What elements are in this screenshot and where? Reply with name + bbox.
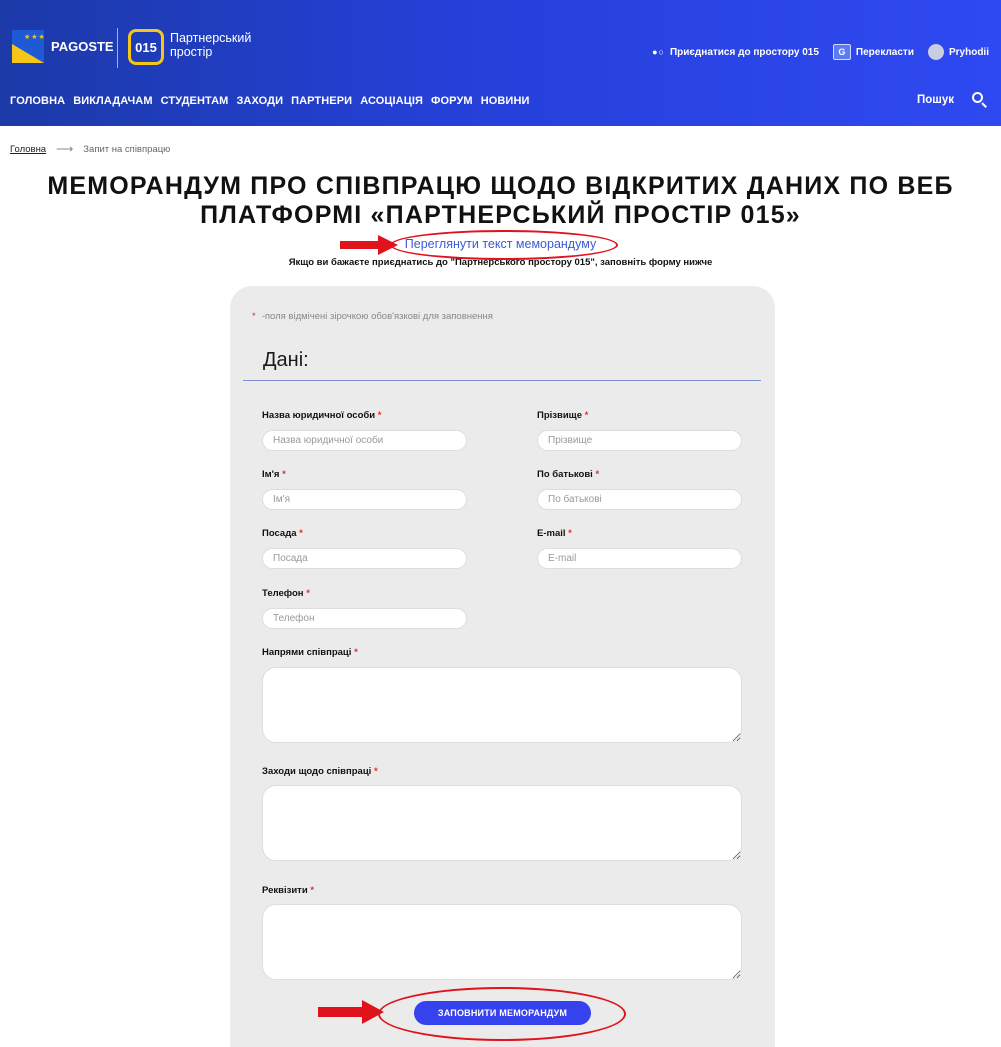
- required-star: *: [373, 766, 378, 777]
- required-star: *: [282, 469, 286, 480]
- required-star: *: [568, 528, 572, 539]
- nav-item-partners[interactable]: ПАРТНЕРИ: [291, 95, 352, 107]
- brand-name[interactable]: PAGOSTE: [51, 39, 114, 54]
- required-note-text: -поля відмічені зірочкою обов'язкові для…: [261, 311, 493, 322]
- main-nav: ГОЛОВНА ВИКЛАДАЧАМ СТУДЕНТАМ ЗАХОДИ ПАРТ…: [10, 95, 530, 107]
- page-title-line2: ПЛАТФОРМІ «ПАРТНЕРСЬКИЙ ПРОСТІР 015»: [200, 201, 801, 229]
- site-header: ★★★ PAGOSTE 015 Партнерський простір ●○ …: [0, 0, 1001, 126]
- requisites-label: Реквізити *: [262, 885, 314, 896]
- surname-label: Прізвище *: [537, 410, 588, 421]
- required-star: *: [306, 588, 310, 599]
- directions-textarea[interactable]: [262, 667, 742, 743]
- position-label: Посада *: [262, 528, 303, 539]
- page-title-line1: МЕМОРАНДУМ ПРО СПІВПРАЦЮ ЩОДО ВІДКРИТИХ …: [47, 172, 954, 200]
- section-title: Дані:: [263, 349, 309, 371]
- page-title: МЕМОРАНДУМ ПРО СПІВПРАЦЮ ЩОДО ВІДКРИТИХ …: [0, 172, 1001, 230]
- join-label: Приєднатися до простору 015: [669, 46, 819, 58]
- position-label-text: Посада: [262, 528, 297, 539]
- required-star: *: [354, 647, 358, 658]
- search-label[interactable]: Пошук: [917, 94, 954, 106]
- search-area: Пошук: [917, 92, 987, 108]
- avatar: [927, 44, 944, 60]
- patronymic-label-text: По батькові: [537, 469, 593, 480]
- measures-textarea[interactable]: [262, 785, 742, 861]
- annotation-link-ellipse: [390, 230, 618, 260]
- surname-label-text: Прізвище: [537, 410, 582, 421]
- patronymic-label: По батькові *: [537, 469, 599, 480]
- directions-label-text: Напрями співпраці: [262, 647, 352, 658]
- name-label-text: Ім'я: [262, 469, 280, 480]
- patronymic-input[interactable]: [537, 489, 742, 510]
- required-star: *: [377, 410, 382, 421]
- position-input[interactable]: [262, 548, 467, 569]
- phone-label-text: Телефон: [262, 588, 304, 599]
- translate-label: Перекласти: [855, 46, 914, 58]
- breadcrumb-arrow-icon: ⟶: [56, 142, 74, 156]
- nav-item-forum[interactable]: ФОРУМ: [431, 95, 473, 107]
- header-actions: ●○ Приєднатися до простору 015 G Перекла…: [652, 44, 989, 60]
- org-name-input[interactable]: [262, 430, 467, 451]
- partner-space-line2: простір: [170, 45, 213, 59]
- measures-label-text: Заходи щодо співпраці: [262, 766, 372, 777]
- user-menu[interactable]: Pryhodii: [927, 44, 989, 60]
- nav-item-students[interactable]: СТУДЕНТАМ: [161, 95, 229, 107]
- breadcrumb-home[interactable]: Головна: [10, 144, 46, 155]
- required-star: *: [252, 311, 256, 322]
- required-star: *: [310, 885, 315, 896]
- requisites-textarea[interactable]: [262, 904, 742, 980]
- nav-item-events[interactable]: ЗАХОДИ: [236, 95, 283, 107]
- directions-label: Напрями співпраці *: [262, 647, 358, 658]
- translate-icon: G: [832, 44, 851, 60]
- pagoste-logo-icon[interactable]: ★★★: [12, 30, 44, 63]
- org-label-text: Назва юридичної особи: [262, 410, 376, 421]
- translate-button[interactable]: G Перекласти: [832, 44, 914, 60]
- phone-input[interactable]: [262, 608, 467, 629]
- required-star: *: [584, 410, 589, 421]
- phone-label: Телефон *: [262, 588, 310, 599]
- email-label: E-mail *: [537, 528, 572, 539]
- required-note: * -поля відмічені зірочкою обов'язкові дл…: [252, 311, 493, 322]
- measures-label: Заходи щодо співпраці *: [262, 766, 378, 777]
- email-field[interactable]: [537, 548, 742, 569]
- partner-space-badge[interactable]: 015: [128, 29, 164, 65]
- name-input[interactable]: [262, 489, 467, 510]
- partner-space-title[interactable]: Партнерський простір: [170, 31, 251, 59]
- requisites-label-text: Реквізити: [262, 885, 308, 896]
- required-star: *: [595, 469, 600, 480]
- breadcrumb-current: Запит на співпрацю: [83, 143, 171, 155]
- join-link[interactable]: ●○ Приєднатися до простору 015: [652, 47, 819, 58]
- user-name: Pryhodii: [948, 46, 989, 58]
- org-label: Назва юридичної особи *: [262, 410, 381, 421]
- nav-item-association[interactable]: АСОЦІАЦІЯ: [360, 95, 423, 107]
- email-label-text: E-mail: [537, 528, 566, 539]
- header-divider: [117, 28, 118, 68]
- required-star: *: [299, 528, 303, 539]
- nav-item-teachers[interactable]: ВИКЛАДАЧАМ: [73, 95, 152, 107]
- nav-item-news[interactable]: НОВИНИ: [481, 95, 530, 107]
- annotation-arrow-icon: [318, 1000, 384, 1024]
- partner-space-line1: Партнерський: [170, 31, 252, 45]
- nav-item-home[interactable]: ГОЛОВНА: [10, 95, 65, 107]
- section-divider: [243, 380, 761, 381]
- join-dots-icon: ●○: [652, 47, 665, 57]
- search-icon[interactable]: [972, 92, 987, 108]
- annotation-button-ellipse: [378, 987, 626, 1041]
- name-label: Ім'я *: [262, 469, 286, 480]
- surname-input[interactable]: [537, 430, 742, 451]
- breadcrumb: Головна ⟶ Запит на співпрацю: [10, 142, 170, 156]
